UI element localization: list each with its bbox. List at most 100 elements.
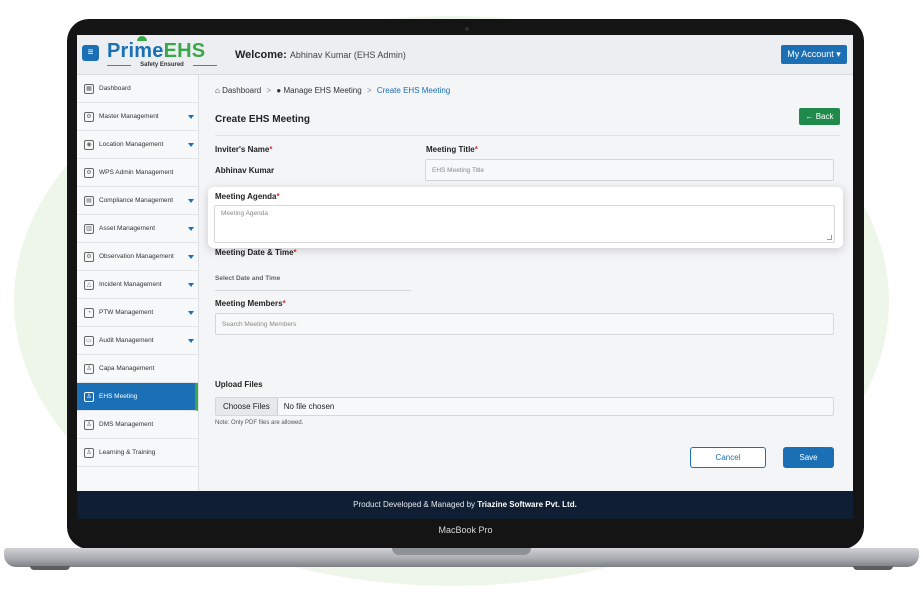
gauge-icon: ◔ <box>84 307 94 318</box>
sidebar-item-label: EHS Meeting <box>99 393 138 400</box>
sidebar-item-label: DMS Management <box>99 421 154 428</box>
breadcrumb-separator: > <box>266 86 272 95</box>
sidebar-item-label: Audit Management <box>99 337 154 344</box>
stage: ≡ PrimeEHS Safety Ensured Welcome: Abhin… <box>0 0 923 597</box>
caret-down-icon[interactable] <box>188 339 194 343</box>
breadcrumb-separator: > <box>366 86 372 95</box>
top-bar: ≡ PrimeEHS Safety Ensured Welcome: Abhin… <box>77 35 853 75</box>
sidebar-item[interactable]: △ Incident Management <box>77 271 198 299</box>
cancel-button[interactable]: Cancel <box>690 447 766 468</box>
upload-label: Upload Files <box>215 380 263 389</box>
footer: Product Developed & Managed by Triazine … <box>77 491 853 519</box>
person-icon: ● <box>276 86 282 95</box>
sidebar-item[interactable]: ♙ Capa Management <box>77 355 198 383</box>
sidebar-item-label: Incident Management <box>99 281 162 288</box>
warning-icon: △ <box>84 279 94 290</box>
meeting-agenda-label: Meeting Agenda* <box>215 192 280 201</box>
app-screen: ≡ PrimeEHS Safety Ensured Welcome: Abhin… <box>77 35 853 519</box>
sidebar-item-label: PTW Management <box>99 309 154 316</box>
sidebar-item[interactable]: ⚙ Observation Management <box>77 243 198 271</box>
main-content: ⌂ Dashboard > ● Manage EHS Meeting > Cre… <box>199 75 853 491</box>
sidebar-item-label: WPS Admin Management <box>99 169 174 176</box>
sidebar-item-label: Dashboard <box>99 85 131 92</box>
sidebar-item-label: Capa Management <box>99 365 155 372</box>
breadcrumb-current: Create EHS Meeting <box>376 86 451 95</box>
device-label: MacBook Pro <box>438 525 493 535</box>
logo-text: PrimeEHS <box>107 40 206 62</box>
meeting-title-input[interactable]: EHS Meeting Title <box>425 159 834 181</box>
people-icon: ♙ <box>84 419 94 430</box>
choose-files-button[interactable]: Choose Files <box>216 398 278 415</box>
members-search-input[interactable]: Search Meeting Members <box>215 313 834 335</box>
sidebar-item[interactable]: ◉ Location Management <box>77 131 198 159</box>
caret-down-icon: ▾ <box>836 49 841 59</box>
trainer-icon: ♙ <box>84 447 94 458</box>
caret-down-icon[interactable] <box>188 255 194 259</box>
welcome-user: Abhinav Kumar (EHS Admin) <box>289 50 406 60</box>
back-button[interactable]: ← Back <box>799 108 840 125</box>
people-icon: ♙ <box>84 391 94 402</box>
datetime-input[interactable]: Select Date and Time <box>215 275 280 282</box>
sidebar-item[interactable]: ♙ EHS Meeting <box>77 383 198 411</box>
sidebar-item[interactable]: ▥ Asset Management <box>77 215 198 243</box>
caret-down-icon[interactable] <box>188 115 194 119</box>
gear-icon: ⚙ <box>84 111 94 122</box>
location-pin-icon: ◉ <box>84 139 94 150</box>
caret-down-icon[interactable] <box>188 227 194 231</box>
save-button[interactable]: Save <box>783 447 834 468</box>
logo: PrimeEHS Safety Ensured <box>107 36 217 68</box>
meeting-title-label: Meeting Title* <box>426 145 478 154</box>
logo-tagline: Safety Ensured <box>107 62 217 68</box>
sidebar-item[interactable]: ▤ Compliance Management <box>77 187 198 215</box>
resize-handle-icon[interactable] <box>827 235 832 240</box>
datetime-label: Meeting Date & Time* <box>215 248 297 257</box>
camera-dot <box>465 27 469 31</box>
sidebar-item-label: Learning & Training <box>99 449 156 456</box>
sidebar-item-label: Observation Management <box>99 253 174 260</box>
gear-icon: ⚙ <box>84 251 94 262</box>
sidebar-item[interactable]: ⚙ Master Management <box>77 103 198 131</box>
hamburger-menu-icon[interactable]: ≡ <box>82 45 99 61</box>
people-icon: ♙ <box>84 363 94 374</box>
breadcrumb-parent[interactable]: Manage EHS Meeting <box>283 86 361 95</box>
inviter-label: Inviter's Name* <box>215 145 273 154</box>
building-icon: ▥ <box>84 223 94 234</box>
sidebar: ▦ Dashboard ⚙ Master Management ◉ Location Ma… <box>77 75 199 491</box>
sidebar-item[interactable]: ⚙ WPS Admin Management <box>77 159 198 187</box>
file-name-text: No file chosen <box>283 402 335 411</box>
page-title: Create EHS Meeting <box>215 114 311 125</box>
file-upload-input[interactable]: Choose Files No file chosen <box>215 397 834 416</box>
dashboard-icon: ⌂ <box>215 86 220 95</box>
meeting-agenda-card: Meeting Agenda* Meeting Agenda <box>208 187 843 248</box>
laptop-notch <box>392 548 531 555</box>
sidebar-item[interactable]: ◔ PTW Management <box>77 299 198 327</box>
document-icon: ▤ <box>84 195 94 206</box>
welcome-message: Welcome: Abhinav Kumar (EHS Admin) <box>235 49 406 61</box>
members-label: Meeting Members* <box>215 299 286 308</box>
inviter-value: Abhinav Kumar <box>215 166 275 175</box>
dashboard-icon: ▦ <box>84 83 94 94</box>
divider <box>215 135 840 136</box>
gear-icon: ⚙ <box>84 167 94 178</box>
sidebar-item[interactable]: ♙ DMS Management <box>77 411 198 439</box>
caret-down-icon[interactable] <box>188 143 194 147</box>
sidebar-item[interactable]: ▭ Audit Management <box>77 327 198 355</box>
laptop-foot-right <box>853 566 893 570</box>
breadcrumb-home[interactable]: Dashboard <box>222 86 261 95</box>
meeting-agenda-textarea[interactable]: Meeting Agenda <box>214 205 835 243</box>
leaf-icon <box>137 36 147 41</box>
sidebar-item[interactable]: ♙ Learning & Training <box>77 439 198 467</box>
upload-note: Note: Only PDF files are allowed. <box>215 420 304 426</box>
laptop-foot-left <box>30 566 70 570</box>
sidebar-item-label: Location Management <box>99 141 164 148</box>
arrow-left-icon: ← <box>805 112 814 121</box>
datetime-underline <box>215 290 411 291</box>
folder-icon: ▭ <box>84 335 94 346</box>
caret-down-icon[interactable] <box>188 199 194 203</box>
footer-company: Triazine Software Pvt. Ltd. <box>477 500 577 509</box>
caret-down-icon[interactable] <box>188 283 194 287</box>
caret-down-icon[interactable] <box>188 311 194 315</box>
breadcrumb: ⌂ Dashboard > ● Manage EHS Meeting > Cre… <box>215 86 450 95</box>
sidebar-item[interactable]: ▦ Dashboard <box>77 75 198 103</box>
my-account-button[interactable]: My Account ▾ <box>781 45 847 64</box>
